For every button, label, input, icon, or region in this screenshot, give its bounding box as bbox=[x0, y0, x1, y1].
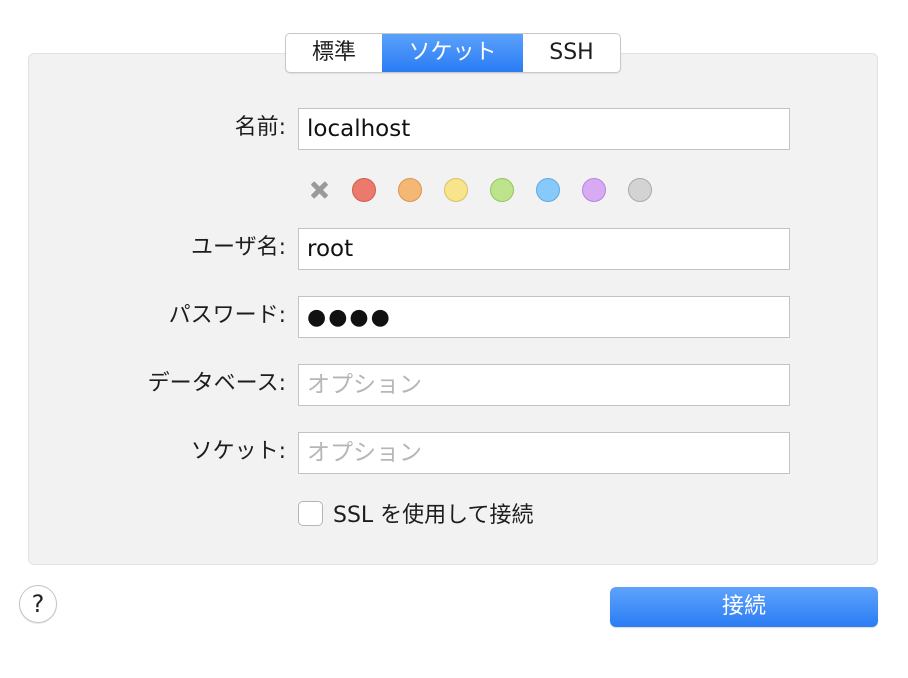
socket-field[interactable] bbox=[298, 432, 790, 474]
color-tag-purple[interactable] bbox=[582, 178, 606, 202]
username-label: ユーザ名: bbox=[191, 235, 286, 260]
password-field[interactable] bbox=[298, 296, 790, 338]
name-label: 名前: bbox=[234, 115, 286, 140]
password-label: パスワード: bbox=[168, 303, 286, 328]
tab-ssh[interactable]: SSH bbox=[523, 34, 620, 72]
tab-standard[interactable]: 標準 bbox=[286, 34, 382, 72]
color-tag-orange[interactable] bbox=[398, 178, 422, 202]
help-button[interactable]: ? bbox=[19, 585, 57, 623]
connect-button[interactable]: 接続 bbox=[610, 587, 878, 627]
color-tag-red[interactable] bbox=[352, 178, 376, 202]
connection-type-tabs: 標準 ソケット SSH bbox=[285, 33, 621, 73]
database-field[interactable] bbox=[298, 364, 790, 406]
socket-label: ソケット: bbox=[190, 439, 286, 464]
color-tag-yellow[interactable] bbox=[444, 178, 468, 202]
tab-socket[interactable]: ソケット bbox=[382, 34, 523, 72]
ssl-option: SSL を使用して接続 bbox=[298, 497, 534, 529]
ssl-checkbox-label[interactable]: SSL を使用して接続 bbox=[333, 497, 534, 529]
username-field[interactable] bbox=[298, 228, 790, 270]
x-icon[interactable] bbox=[306, 177, 332, 203]
color-tag-picker bbox=[306, 176, 674, 204]
color-tag-blue[interactable] bbox=[536, 178, 560, 202]
color-tag-green[interactable] bbox=[490, 178, 514, 202]
database-label: データベース: bbox=[147, 371, 286, 396]
color-tag-gray[interactable] bbox=[628, 178, 652, 202]
name-field[interactable] bbox=[298, 108, 790, 150]
ssl-checkbox[interactable] bbox=[298, 500, 323, 526]
